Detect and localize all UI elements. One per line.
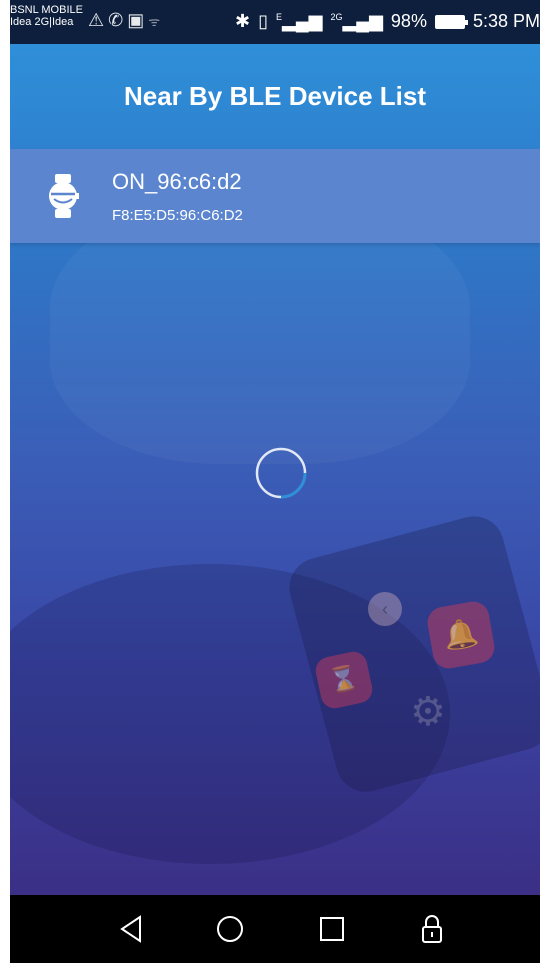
warning-icon: ⚠ xyxy=(88,10,109,30)
lock-icon[interactable] xyxy=(414,911,450,947)
clock: 5:38 PM xyxy=(472,11,540,31)
recents-icon[interactable] xyxy=(314,911,350,947)
device-mac-address: F8:E5:D5:96:C6:D2 xyxy=(112,207,243,224)
carrier-1: BSNL MOBILE xyxy=(10,4,83,16)
notification-icons: ⚠✆▣ᯤ xyxy=(88,10,164,31)
app-screen: ‹ 🔔 ⌛ ⚙ Near By BLE Device List ON_96:c6… xyxy=(10,44,540,895)
back-icon[interactable] xyxy=(114,911,150,947)
battery-percent: 98% xyxy=(390,11,427,31)
status-bar: BSNL MOBILE Idea 2G|Idea ⚠✆▣ᯤ ✱ ▯ E▂▄▆ 2… xyxy=(10,0,540,44)
app-header: Near By BLE Device List xyxy=(10,44,540,149)
carrier-2: Idea 2G|Idea xyxy=(10,16,74,28)
system-status: ✱ ▯ E▂▄▆ 2G▂▄▆ 98% 5:38 PM xyxy=(235,11,540,32)
signal-icon: E▂▄▆ xyxy=(275,11,323,31)
background-bell-icon: 🔔 xyxy=(425,599,497,671)
carrier-info: BSNL MOBILE Idea 2G|Idea xyxy=(10,4,83,28)
home-icon[interactable] xyxy=(212,911,248,947)
signal-2g-icon: 2G▂▄▆ xyxy=(330,11,383,31)
battery-icon xyxy=(434,14,468,29)
bluetooth-icon: ✱ xyxy=(234,11,251,31)
network-2g-label: 2G xyxy=(330,12,343,22)
whatsapp-icon: ✆ xyxy=(108,10,128,30)
phone-screen: BSNL MOBILE Idea 2G|Idea ⚠✆▣ᯤ ✱ ▯ E▂▄▆ 2… xyxy=(10,0,540,963)
network-type-label: E xyxy=(275,12,282,22)
page-title: Near By BLE Device List xyxy=(123,81,426,111)
loading-spinner xyxy=(255,447,307,499)
vibrate-icon: ▯ xyxy=(258,11,268,31)
navigation-bar xyxy=(10,895,540,963)
background-gear-icon: ⚙ xyxy=(410,690,446,734)
device-name: ON_96:c6:d2 xyxy=(112,169,242,194)
background-back-icon: ‹ xyxy=(368,592,402,626)
wifi-icon: ᯤ xyxy=(148,14,165,29)
smartwatch-icon xyxy=(49,174,79,218)
image-icon: ▣ xyxy=(127,10,149,30)
device-list-item[interactable]: ON_96:c6:d2 F8:E5:D5:96:C6:D2 xyxy=(10,149,540,243)
background-texture xyxy=(50,204,470,464)
